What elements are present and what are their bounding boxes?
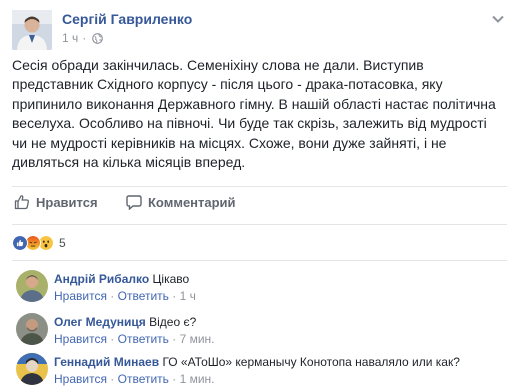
chevron-down-icon[interactable] [491, 12, 505, 26]
post-text-line: дивляться на кілька місяців вперед. [12, 154, 246, 171]
separator-dot: · [82, 31, 87, 45]
comment-time[interactable]: 1 ч [180, 289, 196, 303]
like-label: Нравится [36, 194, 98, 210]
comment-body: Геннадий Минаев ГО «АТоШо» керманычу Кон… [54, 354, 460, 370]
post-text-line: представник Східного корпусу - після цьо… [12, 76, 443, 93]
thumbs-up-icon [14, 195, 29, 210]
comment-text: Цікаво [152, 272, 190, 286]
divider [12, 260, 507, 261]
like-button[interactable]: Нравится [14, 194, 98, 210]
commenter-name[interactable]: Андрій Рибалко [54, 272, 149, 286]
comment-time[interactable]: 1 мин. [180, 372, 215, 386]
post-time[interactable]: 1 ч [62, 31, 78, 45]
author-avatar[interactable] [12, 10, 52, 50]
post-header: Сергій Гавриленко 1 ч · [12, 10, 507, 50]
comment-time[interactable]: 7 мин. [180, 332, 215, 346]
comment-reply-link[interactable]: Ответить [118, 289, 169, 303]
reaction-count[interactable]: 5 [59, 236, 66, 250]
comment-actions: Нравится · Ответить · 1 мин. [54, 372, 215, 386]
comment-actions: Нравится · Ответить · 7 мин. [54, 332, 215, 346]
commenter-avatar[interactable] [16, 353, 48, 385]
commenter-avatar[interactable] [16, 313, 48, 345]
globe-icon[interactable] [92, 32, 104, 44]
comment-like-link[interactable]: Нравится [54, 332, 107, 346]
author-name[interactable]: Сергій Гавриленко [62, 11, 192, 27]
comment-label: Комментарий [148, 194, 236, 210]
comment-reply-link[interactable]: Ответить [118, 332, 169, 346]
post-actions: Нравится Комментарий [12, 190, 507, 216]
post-text-line: веселуха. Особливо на півночі. Чи буде т… [12, 115, 487, 132]
comment-text: ГО «АТоШо» керманычу Конотопа наваляло и… [162, 355, 460, 369]
like-icon [12, 235, 28, 251]
post-text-line: припинило виконання Державного гімну. В … [12, 95, 496, 112]
divider [12, 224, 507, 225]
comment-like-link[interactable]: Нравится [54, 372, 107, 386]
comment-button[interactable]: Комментарий [126, 194, 236, 210]
comment-actions: Нравится · Ответить · 1 ч [54, 289, 196, 303]
divider [12, 186, 507, 187]
commenter-name[interactable]: Олег Медуниця [54, 315, 146, 329]
comment-text: Відео є? [149, 315, 197, 329]
comment-body: Олег Медуниця Відео є? [54, 314, 196, 330]
post-text-line: чи не мудрості керівників на місцях. Схо… [12, 134, 447, 151]
comment-body: Андрій Рибалко Цікаво [54, 271, 189, 287]
comment-like-link[interactable]: Нравится [54, 289, 107, 303]
post-text-line: Сесія обради закінчилась. Семеніхіну сло… [12, 57, 424, 73]
reactions-summary[interactable]: 5 [12, 234, 66, 252]
post-text: Сесія обради закінчилась. Семеніхіну сло… [12, 56, 507, 172]
commenter-avatar[interactable] [16, 270, 48, 302]
post-meta: 1 ч · [62, 31, 104, 45]
commenter-name[interactable]: Геннадий Минаев [54, 355, 159, 369]
comment-reply-link[interactable]: Ответить [118, 372, 169, 386]
comment-icon [126, 195, 142, 210]
